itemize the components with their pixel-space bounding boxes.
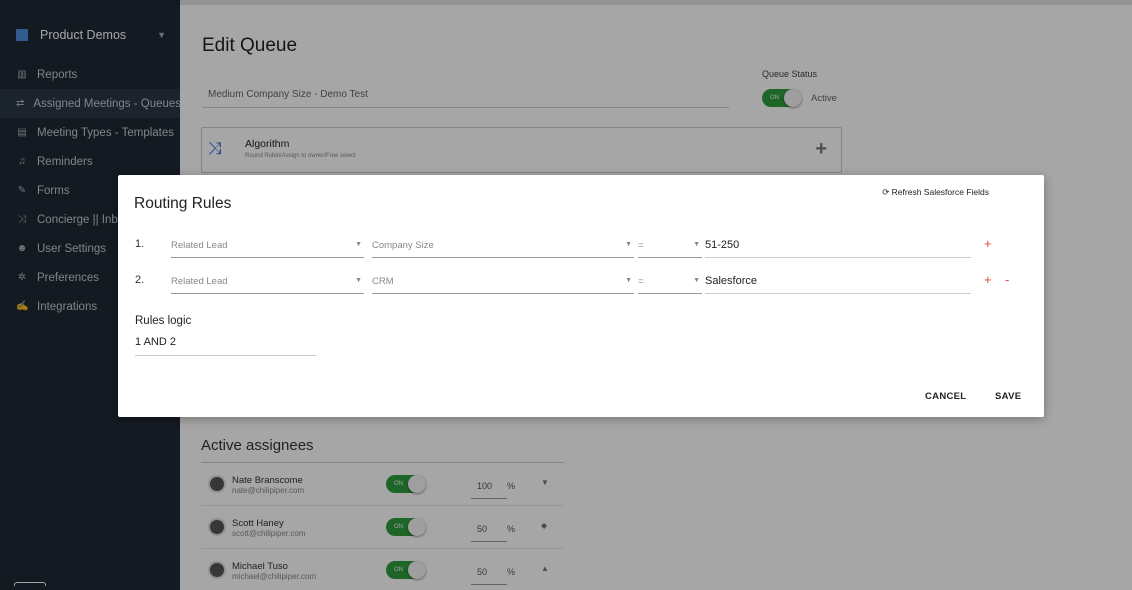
rule-operator-select[interactable]: = ▼ — [638, 270, 702, 294]
rule-object-value: Related Lead — [171, 240, 228, 251]
remove-rule-button[interactable]: - — [1005, 272, 1009, 287]
add-rule-button[interactable]: + — [984, 272, 992, 287]
chevron-down-icon: ▼ — [625, 241, 632, 248]
rule-value-input[interactable]: Salesforce — [705, 270, 971, 294]
chevron-down-icon: ▼ — [693, 277, 700, 284]
rule-value-input[interactable]: 51-250 — [705, 234, 971, 258]
refresh-salesforce-fields-button[interactable]: ⟳ Refresh Salesforce Fields — [882, 187, 989, 198]
rule-number: 1. — [135, 238, 145, 250]
rules-logic-label: Rules logic — [135, 315, 192, 327]
routing-rules-dialog: Routing Rules ⟳ Refresh Salesforce Field… — [118, 175, 1044, 417]
dialog-title: Routing Rules — [134, 195, 232, 212]
rule-object-select[interactable]: Related Lead ▼ — [171, 234, 364, 258]
rule-row: 1. Related Lead ▼ Company Size ▼ = ▼ 51-… — [118, 234, 1044, 258]
rule-number: 2. — [135, 274, 145, 286]
rule-operator-value: = — [638, 240, 644, 251]
cancel-button[interactable]: CANCEL — [925, 391, 966, 402]
rule-object-value: Related Lead — [171, 276, 228, 287]
rule-field-select[interactable]: Company Size ▼ — [372, 234, 634, 258]
chevron-down-icon: ▼ — [355, 277, 362, 284]
rule-field-value: Company Size — [372, 240, 434, 251]
save-button[interactable]: SAVE — [995, 391, 1021, 402]
rule-object-select[interactable]: Related Lead ▼ — [171, 270, 364, 294]
rule-row: 2. Related Lead ▼ CRM ▼ = ▼ Salesforce +… — [118, 270, 1044, 294]
rule-field-value: CRM — [372, 276, 394, 287]
chevron-down-icon: ▼ — [693, 241, 700, 248]
rules-logic-input[interactable]: 1 AND 2 — [135, 336, 316, 356]
chevron-down-icon: ▼ — [355, 241, 362, 248]
chevron-down-icon: ▼ — [625, 277, 632, 284]
add-rule-button[interactable]: + — [984, 236, 992, 251]
rule-operator-select[interactable]: = ▼ — [638, 234, 702, 258]
rule-field-select[interactable]: CRM ▼ — [372, 270, 634, 294]
rule-operator-value: = — [638, 276, 644, 287]
